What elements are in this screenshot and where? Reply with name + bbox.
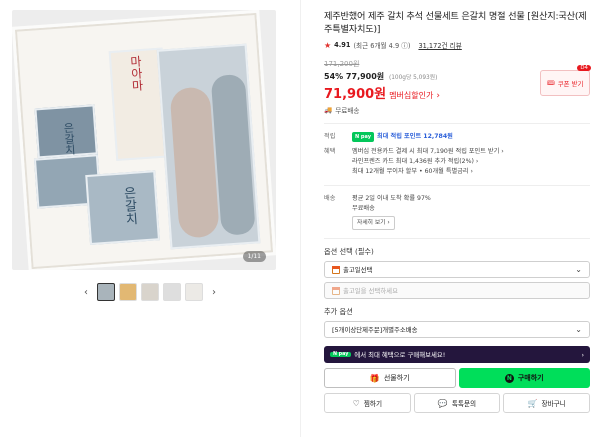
primary-actions: 🎁 선물하기 N 구매하기 <box>324 368 590 388</box>
additional-option-value: [5개이상단제주문]개별주소배송 <box>332 326 418 334</box>
member-price: 71,900원 <box>324 87 387 102</box>
calendar-icon <box>332 265 340 274</box>
npay-badge: N pay <box>330 352 352 357</box>
banner-text: 에서 최대 혜택으로 구매해보세요! <box>354 351 446 359</box>
product-info: 제주반했어 제주 갈치 추석 선물세트 은갈치 명절 선물 [원산지:국산(제주… <box>324 10 591 413</box>
coupon-button[interactable]: 🎟 쿠폰 받기 D4 <box>540 65 591 96</box>
points-key: 적립 <box>324 133 336 140</box>
npay-badge: N pay <box>352 132 374 142</box>
review-count-link[interactable]: 31,172건 리뷰 <box>418 40 461 50</box>
thumbnail-4[interactable] <box>163 283 181 301</box>
package-label: 은갈치 <box>120 185 138 226</box>
product-gallery: 은갈치 은갈치 마아마 1/11 ‹ › <box>0 0 300 437</box>
chevron-right-icon: › <box>436 91 440 101</box>
gift-icon: 🎁 <box>369 373 380 383</box>
delivery-key: 배송 <box>324 195 336 202</box>
discount-and-sale-price: 54% 77,900원 <box>324 72 385 81</box>
benefits-row: 혜택 멤버십 전용카드 결제 시 최대 7,190원 적립 포인트 받기 › 라… <box>324 147 590 177</box>
ship-date-sub-select[interactable]: 출고일을 선택하세요 <box>324 282 590 299</box>
buy-label: 구매하기 <box>517 374 544 382</box>
package-label: 은갈치 <box>61 121 77 156</box>
option-label: 옵션 선택 (필수) <box>324 247 374 256</box>
delivery-line: 무료배송 <box>352 205 375 212</box>
additional-option-label: 추가 옵션 <box>324 307 353 316</box>
coupon-badge: D4 <box>577 65 591 71</box>
rating-row: ★ 4.91 (최근 6개월 4.9 ⓘ) 31,172건 리뷰 <box>324 40 590 51</box>
benefits-key: 혜택 <box>324 148 336 155</box>
benefit-line[interactable]: 라인프렌즈 카드 최대 1,436원 추가 적립(2%) › <box>352 157 590 167</box>
talk-label: 톡톡문의 <box>451 400 477 408</box>
wish-label: 찜하기 <box>363 400 383 408</box>
secondary-actions: ♡ 찜하기 💬 톡톡문의 🛒 장바구니 <box>324 393 591 413</box>
member-price-label: 멤버십할인가 <box>389 91 434 100</box>
product-title: 제주반했어 제주 갈치 추석 선물세트 은갈치 명절 선물 [원산지:국산(제주… <box>324 11 587 35</box>
benefit-line[interactable]: 멤버십 전용카드 결제 시 최대 7,190원 적립 포인트 받기 › <box>352 147 590 157</box>
coupon-icon: 🎟 <box>546 79 555 87</box>
chevron-right-icon: › <box>581 350 584 359</box>
product-main-image[interactable]: 은갈치 은갈치 마아마 1/11 <box>12 10 276 270</box>
original-price: 171,200원 <box>324 60 360 68</box>
divider <box>324 238 590 239</box>
gift-button[interactable]: 🎁 선물하기 <box>324 368 456 388</box>
chat-icon: 💬 <box>437 398 448 408</box>
ship-date-sub-value: 출고일을 선택하세요 <box>343 287 398 295</box>
thumbnail-strip: ‹ › <box>0 278 300 306</box>
image-counter: 1/11 <box>242 251 266 262</box>
column-divider <box>300 0 301 437</box>
thumbnail-5[interactable] <box>185 283 203 301</box>
package-label: 마아마 <box>128 54 145 92</box>
ship-date-value: 출고일선택 <box>343 266 373 274</box>
shipping-text: 무료배송 <box>335 107 360 115</box>
gift-box-tray-image: 은갈치 은갈치 마아마 <box>12 10 276 270</box>
cart-label: 장바구니 <box>541 400 566 408</box>
thumbnail-next-arrow-icon[interactable]: › <box>207 285 221 299</box>
cart-button[interactable]: 🛒 장바구니 <box>503 393 591 413</box>
delivery-row: 배송 평균 2일 이내 도착 확률 97% 무료배송 자세히 보기 › <box>324 194 590 230</box>
rating-score: 4.91 <box>334 41 351 49</box>
cart-icon: 🛒 <box>527 398 538 408</box>
shipping-info: 🚚 무료배송 <box>324 105 590 115</box>
coupon-label: 쿠폰 받기 <box>557 79 584 88</box>
delivery-line: 평균 2일 이내 도착 확률 97% <box>352 195 431 202</box>
heart-icon: ♡ <box>352 398 360 408</box>
points-row: 적립 N pay 최대 적립 포인트 12,784원 <box>324 132 590 142</box>
calendar-icon <box>332 286 340 295</box>
unit-price: (100g당 5,093원) <box>388 75 438 81</box>
thumbnail-1[interactable] <box>97 283 115 301</box>
details-button[interactable]: 자세히 보기 › <box>352 216 395 230</box>
chevron-down-icon: ⌄ <box>575 265 582 274</box>
benefit-line[interactable]: 최대 12개월 무이자 할부 • 60개월 특별금리 › <box>352 167 590 177</box>
chevron-down-icon: ⌄ <box>575 325 582 334</box>
talk-inquiry-button[interactable]: 💬 톡톡문의 <box>413 393 501 413</box>
buy-button[interactable]: N 구매하기 <box>458 368 590 388</box>
divider <box>324 185 590 186</box>
wish-button[interactable]: ♡ 찜하기 <box>324 393 411 413</box>
thumbnail-2[interactable] <box>119 283 137 301</box>
gift-label: 선물하기 <box>383 374 410 382</box>
thumbnail-3[interactable] <box>141 283 159 301</box>
rating-note[interactable]: (최근 6개월 4.9 ⓘ) <box>353 40 410 50</box>
max-points-link[interactable]: 최대 적립 포인트 12,784원 <box>377 132 453 142</box>
truck-icon: 🚚 <box>324 106 333 114</box>
npay-n-icon: N <box>504 373 514 383</box>
star-icon: ★ <box>324 40 332 50</box>
divider <box>324 123 590 124</box>
additional-option-select[interactable]: [5개이상단제주문]개별주소배송 ⌄ <box>324 321 590 338</box>
thumbnail-prev-arrow-icon[interactable]: ‹ <box>79 285 93 299</box>
ship-date-select[interactable]: 출고일선택 ⌄ <box>324 261 590 278</box>
npay-promo-banner[interactable]: N pay 에서 최대 혜택으로 구매해보세요! › <box>324 346 590 363</box>
